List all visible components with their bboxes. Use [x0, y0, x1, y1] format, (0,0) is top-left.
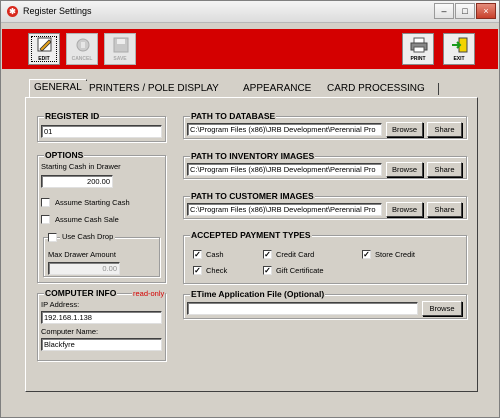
pencil-icon [37, 37, 52, 52]
save-button[interactable]: SAVE [104, 33, 136, 65]
database-path-title: PATH TO DATABASE [190, 111, 277, 121]
store-credit-label: Store Credit [375, 250, 416, 259]
payment-types-title: ACCEPTED PAYMENT TYPES [190, 230, 312, 240]
inventory-images-path-input[interactable]: C:\Program Files (x86)\JRB Development\P… [187, 163, 382, 176]
cash-checkbox[interactable]: ✓ [193, 250, 202, 259]
register-id-group: REGISTER ID 01 [37, 111, 166, 142]
maximize-button[interactable]: □ [455, 3, 475, 19]
database-path-input[interactable]: C:\Program Files (x86)\JRB Development\P… [187, 123, 382, 136]
customer-images-path-title: PATH TO CUSTOMER IMAGES [190, 191, 315, 201]
etime-group: ETime Application File (Optional) Browse [183, 289, 467, 319]
minimize-button[interactable]: – [434, 3, 454, 19]
customer-browse-button[interactable]: Browse [386, 202, 423, 217]
exit-door-icon [452, 37, 468, 53]
credit-card-checkbox[interactable]: ✓ [263, 250, 272, 259]
ip-address-input[interactable]: 192.168.1.138 [41, 311, 162, 324]
computer-name-input[interactable]: Blackfyre [41, 338, 162, 351]
check-label: Check [206, 266, 228, 275]
tab-appearance[interactable]: APPEARANCE [239, 81, 316, 97]
printer-icon [410, 37, 428, 53]
inventory-images-path-group: PATH TO INVENTORY IMAGES C:\Program File… [183, 151, 467, 179]
cash-drop-group: Use Cash Drop Max Drawer Amount 0.00 [43, 232, 160, 277]
database-browse-button[interactable]: Browse [386, 122, 423, 137]
toolbar: EDIT CANCEL SAVE PRINT EXIT [2, 29, 498, 69]
cash-label: Cash [206, 250, 224, 259]
inventory-images-path-title: PATH TO INVENTORY IMAGES [190, 151, 316, 161]
customer-images-path-group: PATH TO CUSTOMER IMAGES C:\Program Files… [183, 191, 467, 219]
print-button[interactable]: PRINT [402, 33, 434, 65]
assume-starting-cash-label: Assume Starting Cash [55, 198, 130, 207]
assume-starting-cash-checkbox[interactable] [41, 198, 50, 207]
gift-certificate-label: Gift Certificate [276, 266, 324, 275]
close-button[interactable]: × [476, 3, 496, 19]
starting-cash-label: Starting Cash in Drawer [41, 162, 121, 171]
starting-cash-input[interactable]: 200.00 [41, 175, 113, 188]
payment-types-group: ACCEPTED PAYMENT TYPES ✓ Cash ✓ Credit C… [183, 230, 467, 284]
computer-info-group: COMPUTER INFO read-only IP Address: 192.… [37, 288, 166, 361]
assume-cash-sale-checkbox[interactable] [41, 215, 50, 224]
computer-name-label: Computer Name: [41, 327, 99, 336]
ip-address-label: IP Address: [41, 300, 80, 309]
register-settings-window: ✱ Register Settings – □ × EDIT CANCEL SA… [0, 0, 500, 418]
use-cash-drop-label: Use Cash Drop [60, 232, 116, 241]
tab-printers-pole-display[interactable]: PRINTERS / POLE DISPLAY [85, 81, 223, 97]
register-id-title: REGISTER ID [44, 111, 101, 121]
window-title: Register Settings [23, 6, 92, 16]
tab-separator [438, 83, 439, 95]
inventory-browse-button[interactable]: Browse [386, 162, 423, 177]
assume-cash-sale-label: Assume Cash Sale [55, 215, 119, 224]
cancel-button[interactable]: CANCEL [66, 33, 98, 65]
check-checkbox[interactable]: ✓ [193, 266, 202, 275]
customer-images-path-input[interactable]: C:\Program Files (x86)\JRB Development\P… [187, 203, 382, 216]
etime-title: ETime Application File (Optional) [190, 289, 326, 299]
computer-info-title: COMPUTER INFO [44, 288, 118, 298]
gift-certificate-checkbox[interactable]: ✓ [263, 266, 272, 275]
register-id-input[interactable]: 01 [41, 125, 162, 138]
exit-button[interactable]: EXIT [443, 33, 475, 65]
app-icon: ✱ [7, 6, 18, 17]
tab-general[interactable]: GENERAL [29, 79, 87, 97]
etime-file-input[interactable] [187, 302, 418, 315]
edit-button[interactable]: EDIT [28, 33, 60, 65]
title-bar: ✱ Register Settings – □ × [1, 1, 499, 23]
save-icon [113, 37, 129, 53]
etime-browse-button[interactable]: Browse [422, 301, 462, 316]
use-cash-drop-checkbox[interactable] [48, 233, 57, 242]
max-drawer-label: Max Drawer Amount [48, 250, 116, 259]
options-group: OPTIONS Starting Cash in Drawer 200.00 A… [37, 150, 166, 283]
inventory-share-button[interactable]: Share [427, 162, 462, 177]
tab-card-processing[interactable]: CARD PROCESSING [323, 81, 429, 97]
options-title: OPTIONS [44, 150, 85, 160]
store-credit-checkbox[interactable]: ✓ [362, 250, 371, 259]
database-path-group: PATH TO DATABASE C:\Program Files (x86)\… [183, 111, 467, 139]
customer-share-button[interactable]: Share [427, 202, 462, 217]
general-tab-panel: REGISTER ID 01 OPTIONS Starting Cash in … [25, 97, 478, 392]
credit-card-label: Credit Card [276, 250, 315, 259]
database-share-button[interactable]: Share [427, 122, 462, 137]
max-drawer-input[interactable]: 0.00 [48, 262, 120, 275]
cancel-icon [76, 38, 90, 52]
read-only-label: read-only [132, 289, 166, 298]
computer-info-title-text: COMPUTER INFO [45, 288, 117, 298]
